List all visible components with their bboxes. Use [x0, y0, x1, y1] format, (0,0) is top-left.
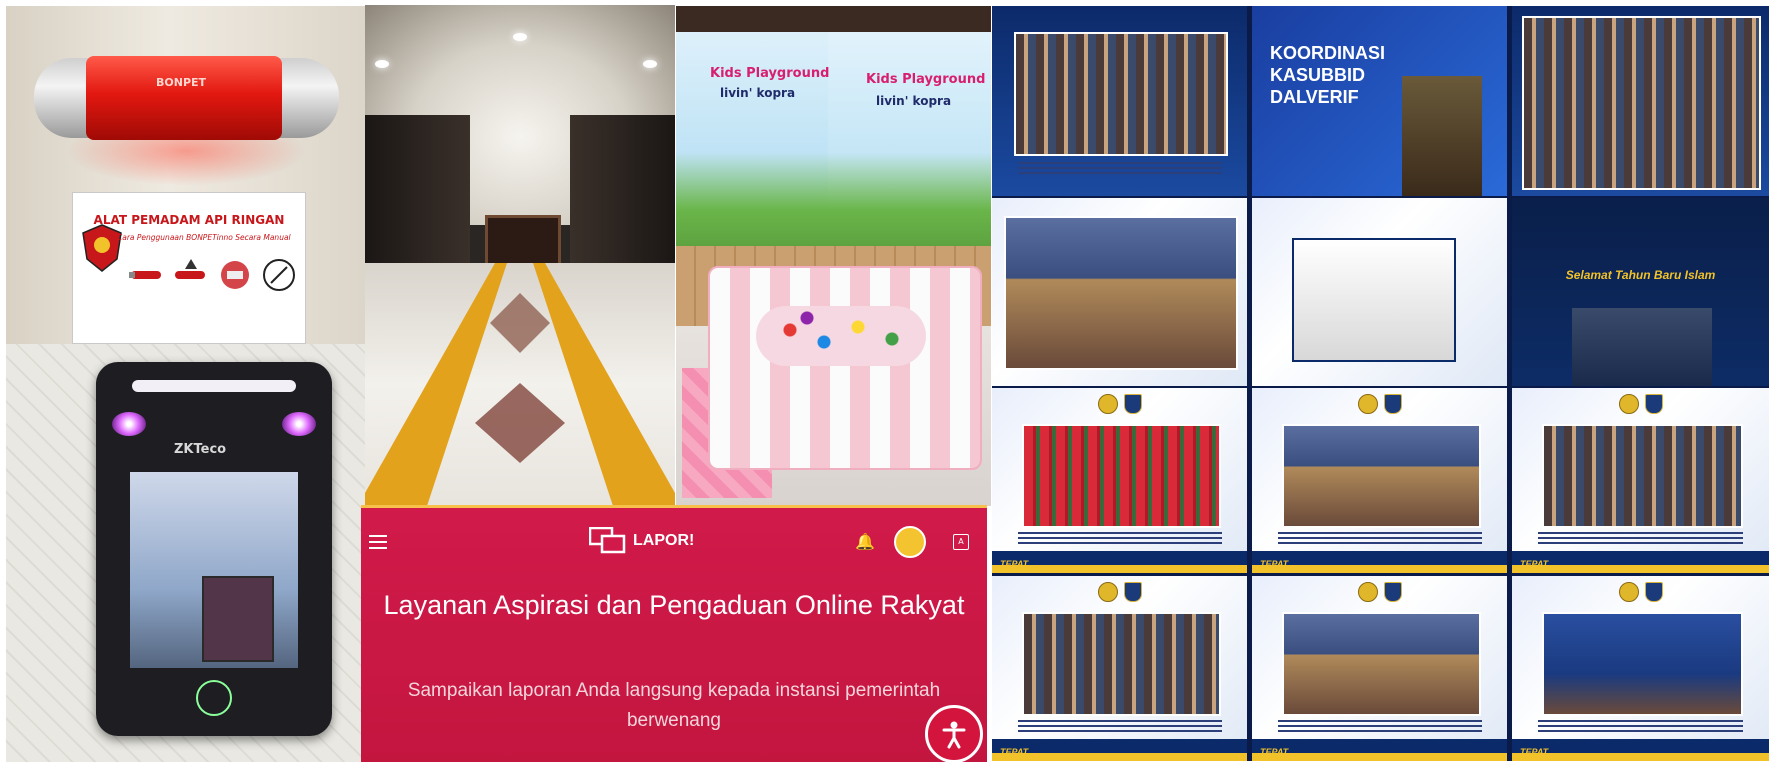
tile-logos [1097, 394, 1142, 414]
terminal-brand: ZKTeco [174, 442, 227, 457]
hero-title: Layanan Aspirasi dan Pengaduan Online Ra… [383, 590, 965, 620]
tile-photo [1014, 32, 1228, 156]
tile-photo [1522, 16, 1761, 190]
extinguisher-instruction-sign: ALAT PEMADAM API RINGAN Cara Penggunaan … [72, 192, 306, 344]
step-3-icon [221, 261, 249, 289]
playground-mural-left [676, 26, 828, 256]
playground-mural-right [828, 26, 991, 256]
hero-subtitle: Sampaikan laporan Anda langsung kepada i… [407, 680, 941, 731]
accessibility-icon[interactable] [925, 705, 983, 762]
doorbell-icon[interactable] [196, 680, 232, 716]
hallway-photo [365, 5, 675, 506]
tile-footer-accent [1512, 565, 1769, 573]
tile-caption [1537, 530, 1744, 544]
tile-footer-text: TEPAT [1260, 747, 1289, 757]
tile-caption [1277, 530, 1482, 544]
grid-tile[interactable] [992, 6, 1247, 196]
grid-tile[interactable]: KOORDINASI KASUBBID DALVERIF [1252, 6, 1507, 196]
ceiling-light [643, 60, 657, 68]
tile-footer-text: TEPAT [1260, 559, 1289, 569]
fire-extinguisher-red-core [86, 56, 282, 140]
tile-footer-accent [1252, 565, 1507, 573]
tile-footer-text: TEPAT [1520, 559, 1549, 569]
tile-footer-text: TEPAT [1000, 747, 1029, 757]
officials-photo [1572, 308, 1712, 386]
tile-logos [1618, 582, 1663, 602]
tile-photo [1282, 612, 1481, 716]
translate-icon[interactable]: A [953, 534, 969, 550]
grid-tile[interactable] [992, 198, 1247, 386]
grid-tile[interactable]: TEPAT [1512, 576, 1769, 761]
tile-caption [1017, 530, 1222, 544]
lapor-logo[interactable]: LAPOR! [589, 525, 694, 557]
sign-subtitle: Cara Penggunaan BONPETinno Secara Manual [117, 233, 291, 242]
tile-photo [1542, 612, 1743, 716]
tile-footer-text: TEPAT [1520, 747, 1549, 757]
tile-caption [1017, 718, 1222, 732]
tile-title: Selamat Tahun Baru Islam [1565, 268, 1716, 282]
tile-photo [1022, 612, 1221, 716]
accessibility-figure-icon [942, 721, 966, 749]
extinguisher-brand: BONPET [156, 76, 207, 89]
tactile-paving [365, 263, 675, 506]
grid-tile[interactable]: TEPAT [992, 576, 1247, 761]
police-badge-icon [82, 224, 122, 272]
grid-tile[interactable]: TEPAT [1252, 576, 1507, 761]
playground-ceiling [676, 6, 991, 32]
tile-caption [1017, 160, 1222, 174]
tile-logos [1618, 394, 1663, 414]
terminal-light-bar [132, 380, 296, 392]
mural-title-left: Kids Playground [710, 66, 830, 81]
tile-photo [1022, 424, 1221, 528]
tile-caption [1537, 718, 1744, 732]
tile-footer-accent [1252, 753, 1507, 761]
play-pen-fence [708, 266, 982, 470]
ball-pit [756, 306, 926, 366]
chat-bubbles-icon [589, 527, 626, 554]
terminal-led-left [112, 412, 146, 436]
extinguisher-and-terminal-photo: BONPET ALAT PEMADAM API RINGAN Cara Peng… [6, 6, 365, 762]
menu-icon[interactable] [369, 535, 387, 549]
step-4-icon [263, 259, 295, 291]
grid-tile[interactable] [1512, 6, 1769, 196]
ceiling-light [375, 60, 389, 68]
grid-tile[interactable] [1252, 198, 1507, 386]
grid-tile[interactable]: Selamat Tahun Baru Islam [1512, 198, 1769, 386]
step-2-icon [175, 259, 205, 279]
mural-title-right: Kids Playground [866, 72, 986, 87]
tile-logos [1357, 582, 1402, 602]
grid-tile[interactable]: TEPAT [1512, 388, 1769, 573]
mural-brand-left: livin' kopra [720, 86, 796, 100]
tile-logos [1357, 394, 1402, 414]
lapor-app-screen: LAPOR! 🔔 A Layanan Aspirasi dan Pengadua… [361, 505, 987, 762]
social-media-grid: KOORDINASI KASUBBID DALVERIF Selamat Tah… [992, 6, 1769, 761]
tile-footer-accent [992, 565, 1247, 573]
lapor-logo-text: LAPOR! [633, 532, 695, 549]
grid-tile[interactable]: TEPAT [992, 388, 1247, 573]
tile-photo [1292, 238, 1456, 362]
terminal-led-right [282, 412, 316, 436]
kids-playground-photo: Kids Playground livin' kopra Kids Playgr… [676, 6, 991, 506]
terminal-screen [130, 472, 298, 668]
top-accent-bar [361, 505, 987, 508]
tile-logos [1097, 582, 1142, 602]
tile-photo [1004, 216, 1238, 370]
mural-brand-right: livin' kopra [876, 94, 952, 108]
bell-icon[interactable]: 🔔 [855, 532, 875, 551]
avatar[interactable] [894, 526, 926, 558]
ceiling-light [513, 33, 527, 41]
grid-tile[interactable]: TEPAT [1252, 388, 1507, 573]
face-recognition-terminal: ZKTeco [96, 362, 332, 736]
step-1-icon [129, 271, 161, 279]
tile-footer-text: TEPAT [1000, 559, 1029, 569]
tile-footer-accent [992, 753, 1247, 761]
tile-footer-accent [1512, 753, 1769, 761]
tile-title: KOORDINASI KASUBBID DALVERIF [1270, 43, 1386, 107]
tile-photo [1542, 424, 1743, 528]
speaker-photo [1402, 76, 1482, 196]
terminal-screen-door [202, 576, 274, 662]
sign-title: ALAT PEMADAM API RINGAN [93, 213, 285, 227]
tile-photo [1282, 424, 1481, 528]
tile-caption [1277, 718, 1482, 732]
